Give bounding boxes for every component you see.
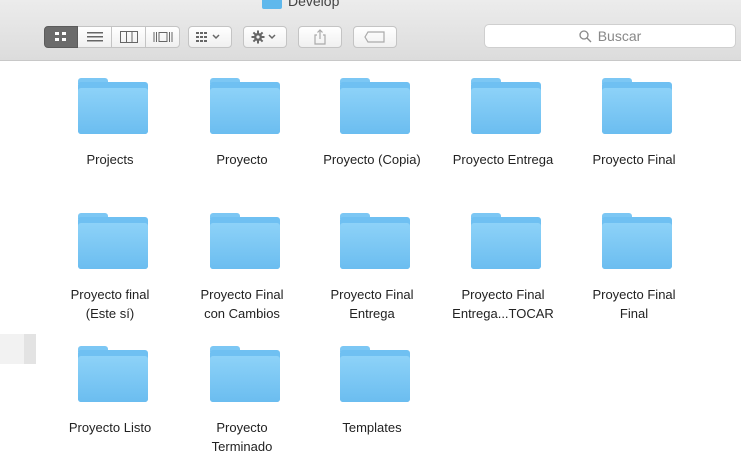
- search-placeholder: Buscar: [597, 28, 642, 44]
- share-button[interactable]: [298, 26, 342, 48]
- action-menu-button[interactable]: [243, 26, 287, 48]
- folder-icon: [210, 78, 280, 134]
- folder-icon: [262, 0, 282, 9]
- tags-button[interactable]: [353, 26, 397, 48]
- arrange-button[interactable]: [188, 26, 232, 48]
- folder-label: Proyecto Final: [592, 152, 676, 167]
- tag-icon: [364, 31, 385, 43]
- window-title: Develop: [262, 0, 339, 10]
- folder-icon: [78, 213, 148, 269]
- sidebar-scroll-marker: [24, 334, 36, 364]
- folder-label: Proyecto Final Entrega...TOCAR: [452, 287, 554, 321]
- folder-icon: [340, 346, 410, 402]
- folder-icon: [210, 213, 280, 269]
- folder-label: Proyecto Terminado: [211, 420, 273, 454]
- window-title-text: Develop: [288, 0, 340, 9]
- folder-icon: [78, 346, 148, 402]
- search-field[interactable]: Buscar: [484, 24, 736, 48]
- folder-label: Proyecto: [216, 152, 268, 167]
- view-mode-control: [44, 26, 180, 48]
- folder-label: Proyecto (Copia): [323, 152, 421, 167]
- folder-icon: [340, 213, 410, 269]
- gallery-icon: [153, 32, 172, 42]
- folder-icon: [602, 213, 672, 269]
- search-icon: [579, 29, 592, 42]
- folder-label: Proyecto Final con Cambios: [200, 287, 284, 321]
- folder-icon: [78, 78, 148, 134]
- folder-label: Templates: [342, 420, 402, 435]
- finder-toolbar: Develop Buscar: [0, 0, 741, 61]
- folder-label: Proyecto Entrega: [452, 152, 554, 167]
- list-icon: [86, 32, 103, 42]
- folder-label: Projects: [86, 152, 134, 167]
- gear-icon: [251, 30, 276, 44]
- folder-icon: [471, 78, 541, 134]
- gallery-view-button[interactable]: [146, 26, 180, 48]
- columns-icon: [119, 31, 138, 43]
- folder-label: Proyecto final (Este sí): [70, 287, 150, 321]
- list-view-button[interactable]: [78, 26, 112, 48]
- folder-label: Proyecto Listo: [68, 420, 152, 435]
- share-icon: [314, 29, 326, 45]
- column-view-button[interactable]: [112, 26, 146, 48]
- sidebar-edge: [0, 334, 24, 364]
- grid-icon: [55, 32, 66, 41]
- folder-icon: [471, 213, 541, 269]
- folder-icon: [602, 78, 672, 134]
- arrange-grid-icon: [196, 32, 220, 42]
- folder-label: Proyecto Final Entrega: [330, 287, 414, 321]
- folder-icon: [340, 78, 410, 134]
- folder-label: Proyecto Final Final: [592, 287, 676, 321]
- icon-view-button[interactable]: [44, 26, 78, 48]
- folder-icon: [210, 346, 280, 402]
